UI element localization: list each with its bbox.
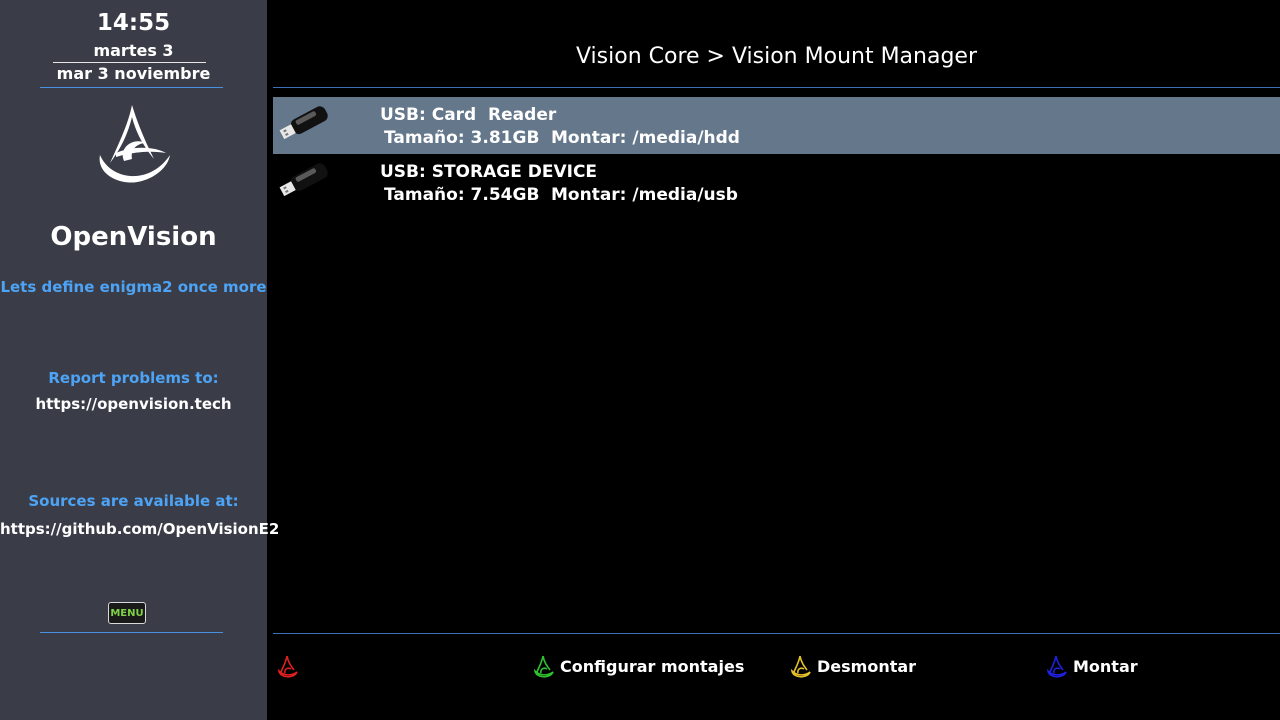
device-row-storage-device[interactable]: USB: STORAGE DEVICE Tamaño: 7.54GB Monta… xyxy=(273,154,1280,211)
menu-button[interactable]: MENU xyxy=(108,602,146,624)
report-label: Report problems to: xyxy=(48,369,219,387)
device-size: Tamaño: 3.81GB xyxy=(384,128,540,148)
brand-name: OpenVision xyxy=(50,222,217,252)
page-title: Vision Core > Vision Mount Manager xyxy=(575,44,978,69)
usb-stick-icon xyxy=(279,106,328,140)
sidebar-divider xyxy=(40,87,223,88)
device-size: Tamaño: 7.54GB xyxy=(384,185,540,205)
clock: 14:55 xyxy=(96,10,171,36)
device-name: USB: Card Reader xyxy=(380,105,557,125)
footer-divider xyxy=(273,633,1280,634)
device-name: USB: STORAGE DEVICE xyxy=(380,162,598,182)
green-key-label: Configurar montajes xyxy=(560,657,745,676)
day-label: martes 3 xyxy=(93,41,174,60)
date-label: mar 3 noviembre xyxy=(56,64,211,83)
device-mount: Montar: /media/usb xyxy=(551,185,738,205)
green-button-icon xyxy=(533,655,554,678)
blue-button-icon xyxy=(1046,655,1067,678)
sidebar: 14:55 martes 3 mar 3 noviembre OpenVisio… xyxy=(0,0,280,720)
tagline: Lets define enigma2 once more xyxy=(0,278,267,296)
red-button-icon xyxy=(277,655,298,678)
sidebar-divider xyxy=(53,62,206,63)
device-row-card-reader[interactable]: USB: Card Reader Tamaño: 3.81GB Montar: … xyxy=(273,97,1280,154)
sources-url: https://github.com/OpenVisionE2 xyxy=(0,520,280,538)
yellow-button-icon xyxy=(790,655,811,678)
sources-label: Sources are available at: xyxy=(28,492,239,510)
openvision-logo-icon xyxy=(99,105,170,183)
usb-stick-icon xyxy=(279,163,328,197)
yellow-key-label: Desmontar xyxy=(817,657,917,676)
report-url: https://openvision.tech xyxy=(35,395,232,413)
header-divider xyxy=(273,87,1280,88)
device-mount: Montar: /media/hdd xyxy=(551,128,740,148)
sidebar-divider xyxy=(40,632,223,633)
blue-key-label: Montar xyxy=(1073,657,1138,676)
